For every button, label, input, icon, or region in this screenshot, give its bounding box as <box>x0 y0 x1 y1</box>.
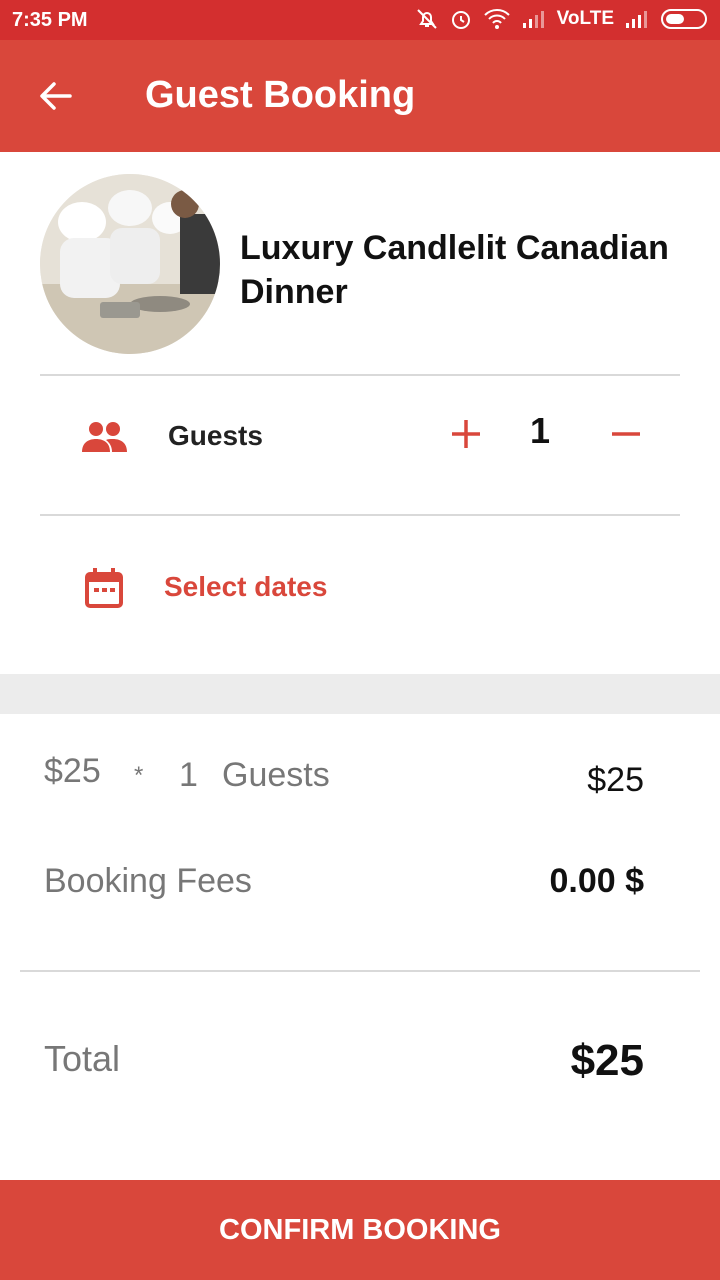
booking-fees-label: Booking Fees <box>44 862 252 900</box>
confirm-booking-button[interactable]: CONFIRM BOOKING <box>0 1180 720 1280</box>
signal-icon <box>521 9 547 29</box>
page-title: Guest Booking <box>145 74 416 116</box>
status-bar: 7:35 PM VoLTE <box>0 0 720 40</box>
guests-label: Guests <box>168 420 263 451</box>
battery-icon <box>660 8 710 30</box>
app-bar: Guest Booking <box>0 40 720 152</box>
wifi-icon <box>483 7 511 31</box>
status-icons: VoLTE <box>415 7 710 31</box>
status-time: 7:35 PM <box>12 9 88 31</box>
network-label: VoLTE <box>556 8 614 29</box>
booking-fees-value: 0.00 $ <box>549 862 644 900</box>
increment-guests-button[interactable] <box>446 414 486 454</box>
calendar-icon <box>84 567 124 614</box>
multiply-sign: * <box>134 762 144 789</box>
guests-word: Guests <box>222 756 330 794</box>
event-title: Luxury Candlelit Canadian Dinner <box>240 229 669 311</box>
signal-icon <box>624 9 650 29</box>
guest-quantity: 1 <box>179 756 198 794</box>
divider <box>20 970 700 972</box>
section-separator <box>0 674 720 714</box>
subtotal-value: $25 <box>587 761 644 799</box>
event-image <box>40 174 220 354</box>
arrow-back-icon <box>40 82 72 110</box>
alarm-icon <box>449 7 473 31</box>
price-per-guest: $25 <box>44 752 101 790</box>
total-label: Total <box>44 1038 121 1079</box>
minus-icon <box>612 432 640 436</box>
select-dates-link[interactable]: Select dates <box>164 571 327 603</box>
people-icon <box>80 420 128 459</box>
plus-icon <box>452 420 480 448</box>
mute-icon <box>415 7 439 31</box>
guest-count: 1 <box>529 410 551 451</box>
total-value: $25 <box>570 1036 644 1085</box>
decrement-guests-button[interactable] <box>606 414 646 454</box>
divider <box>40 514 680 516</box>
divider <box>40 374 680 376</box>
back-button[interactable] <box>36 76 76 116</box>
